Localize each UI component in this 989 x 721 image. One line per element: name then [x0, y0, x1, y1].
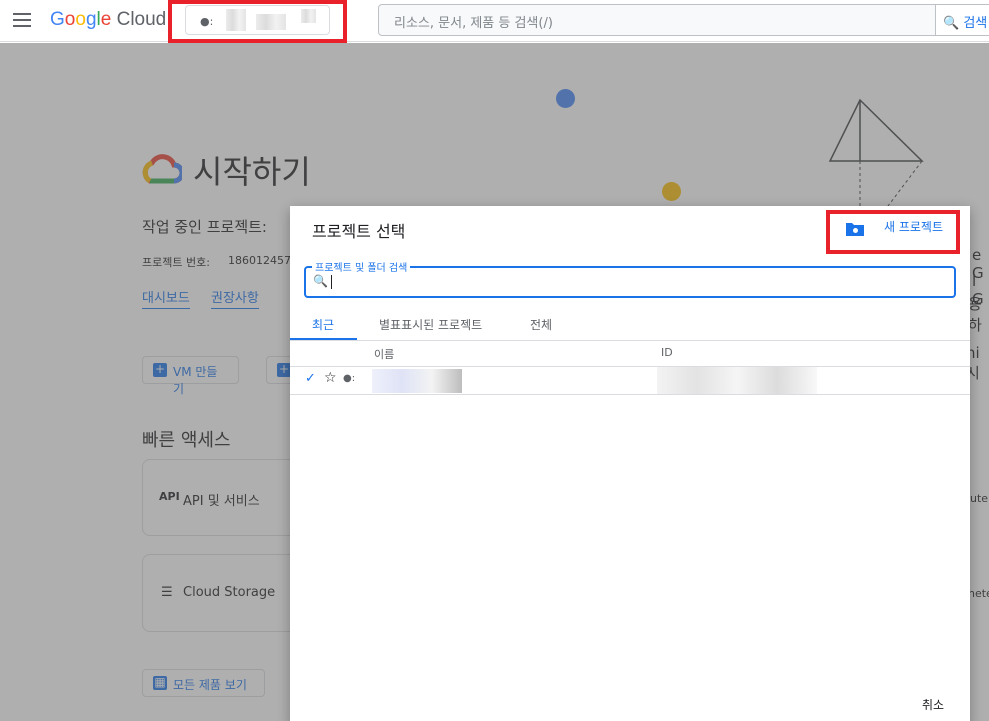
select-project-dialog: 프로젝트 선택 새 프로젝트 프로젝트 및 폴더 검색 🔍 최근 별표표시된 프… — [290, 206, 970, 721]
dialog-title: 프로젝트 선택 — [312, 222, 406, 241]
top-bar: Google Cloud ●: 리소스, 문서, 제품 등 검색(/) 🔍 검색 — [0, 0, 989, 42]
highlight-box — [168, 0, 347, 43]
column-header-id: ID — [661, 346, 673, 359]
search-button[interactable]: 🔍 검색 — [936, 4, 989, 36]
project-search-input[interactable]: 프로젝트 및 폴더 검색 🔍 — [304, 259, 956, 298]
table-row[interactable]: ✓ ☆ ●: — [290, 367, 970, 394]
cancel-button[interactable]: 취소 — [922, 696, 944, 713]
menu-icon[interactable] — [13, 13, 31, 27]
redacted-project-name — [372, 369, 462, 393]
divider — [290, 340, 970, 341]
highlight-box — [826, 210, 960, 254]
star-icon[interactable]: ☆ — [324, 370, 337, 386]
redacted-project-id — [657, 367, 817, 394]
tab-recent[interactable]: 최근 — [312, 316, 334, 333]
search-icon: 🔍 — [313, 274, 328, 288]
project-icon: ●: — [343, 373, 356, 384]
tab-starred[interactable]: 별표표시된 프로젝트 — [379, 316, 482, 333]
search-input[interactable]: 리소스, 문서, 제품 등 검색(/) — [378, 4, 936, 36]
check-icon: ✓ — [305, 371, 316, 386]
tab-all[interactable]: 전체 — [530, 316, 552, 333]
text-caret — [331, 275, 332, 289]
divider — [290, 394, 970, 395]
google-cloud-logo[interactable]: Google Cloud — [50, 9, 166, 31]
column-header-name: 이름 — [374, 348, 395, 361]
